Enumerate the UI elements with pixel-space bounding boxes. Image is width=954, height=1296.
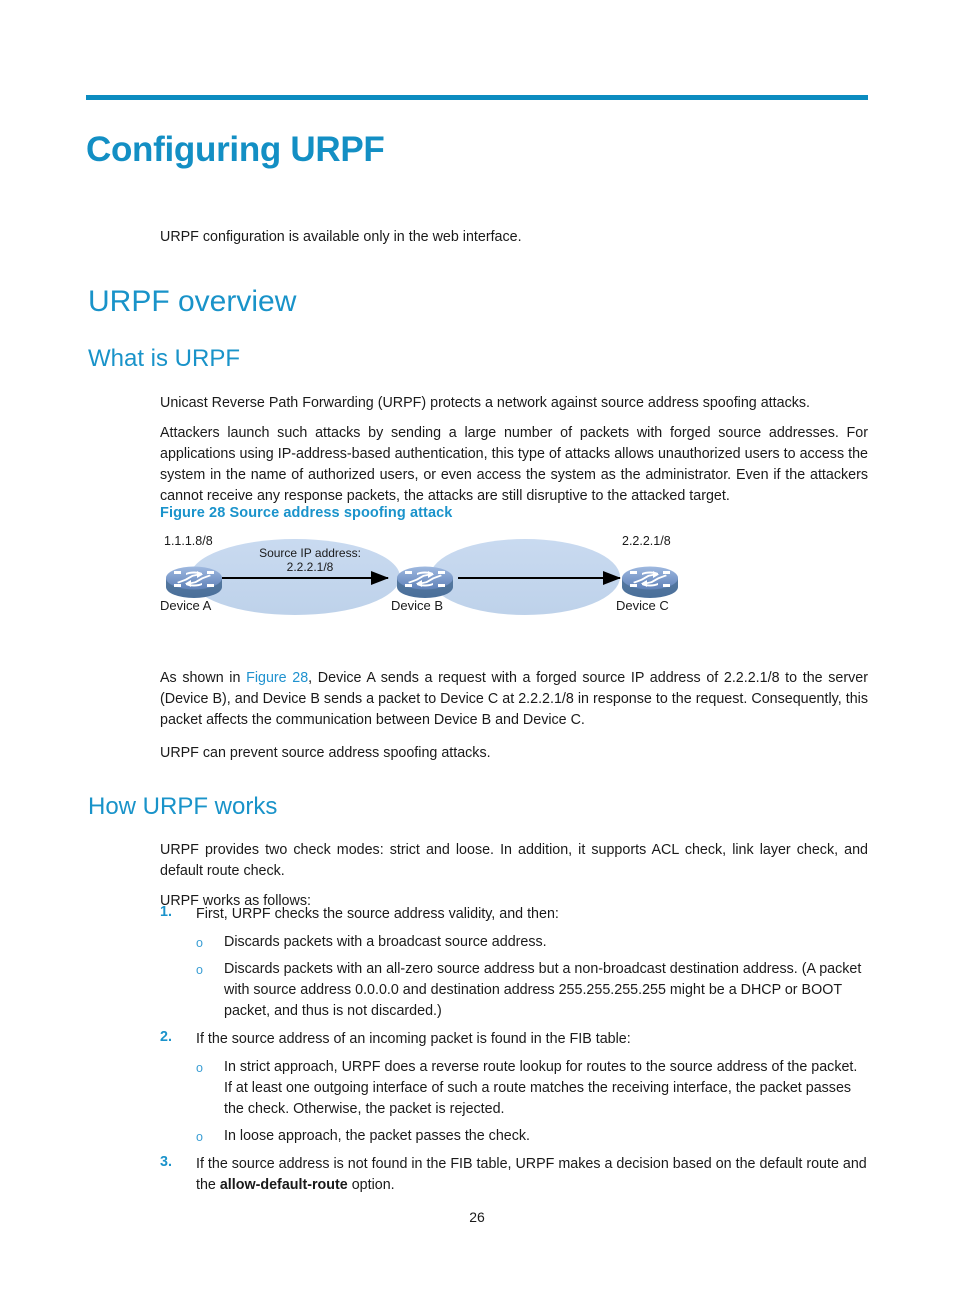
label-device-a-name: Device A — [160, 598, 212, 613]
label-link-source-ip: Source IP address: — [259, 546, 361, 560]
step-3-suffix: option. — [347, 1177, 395, 1193]
step-3-option-keyword: allow-default-route — [219, 1177, 348, 1193]
step-number-2: 2. — [160, 1029, 172, 1045]
paragraph-after-figure: As shown in Figure 28, Device A sends a … — [160, 668, 868, 731]
sub-list-item-2-1: o In strict approach, URPF does a revers… — [196, 1057, 868, 1120]
step-text-3: If the source address is not found in th… — [196, 1154, 868, 1196]
router-icon-device-b — [397, 566, 453, 598]
list-item-step-2: 2. If the source address of an incoming … — [160, 1029, 868, 1050]
figure-source-address-spoofing-attack: 1.1.1.8/8 Device A Source IP address: 2.… — [150, 530, 750, 625]
list-item-step-3: 3. If the source address is not found in… — [160, 1154, 868, 1196]
label-link-source-ip-value: 2.2.2.1/8 — [286, 560, 334, 574]
section-heading-how-urpf-works: How URPF works — [88, 793, 278, 820]
sub-item-text-2-1: In strict approach, URPF does a reverse … — [224, 1059, 858, 1117]
list-item-step-1: 1. First, URPF checks the source address… — [160, 904, 868, 925]
router-icon-device-c — [622, 566, 678, 598]
paragraph-check-modes: URPF provides two check modes: strict an… — [160, 842, 868, 880]
step-text-2: If the source address of an incoming pac… — [196, 1031, 631, 1047]
sub-list-item-1-2: o Discards packets with an all-zero sour… — [196, 959, 868, 1022]
document-page: Configuring URPF URPF configuration is a… — [0, 0, 954, 1296]
sub-list-item-2-2: o In loose approach, the packet passes t… — [196, 1126, 868, 1147]
step-number-1: 1. — [160, 904, 172, 920]
sub-item-text-2-2: In loose approach, the packet passes the… — [224, 1128, 530, 1144]
step-number-3: 3. — [160, 1154, 172, 1170]
page-number: 26 — [469, 1209, 485, 1225]
step-text-1: First, URPF checks the source address va… — [196, 906, 559, 922]
bullet-circle-icon: o — [196, 963, 203, 977]
after-figure-prefix: As shown in — [160, 670, 247, 687]
figure-28-link[interactable]: Figure 28 — [246, 670, 308, 686]
sub-item-text-1-1: Discards packets with a broadcast source… — [224, 934, 547, 950]
label-device-c-address: 2.2.2.1/8 — [622, 534, 671, 548]
paragraph-urpf-definition: Unicast Reverse Path Forwarding (URPF) p… — [160, 395, 810, 412]
paragraph-attackers: Attackers launch such attacks by sending… — [160, 425, 868, 505]
chapter-rule — [86, 95, 868, 100]
section-heading-urpf-overview: URPF overview — [88, 284, 297, 318]
intro-paragraph: URPF configuration is available only in … — [160, 229, 522, 246]
section-heading-what-is-urpf: What is URPF — [88, 345, 241, 372]
label-device-c-name: Device C — [616, 598, 669, 613]
bullet-circle-icon: o — [196, 936, 203, 950]
paragraph-urpf-prevents: URPF can prevent source address spoofing… — [160, 745, 491, 762]
figure-caption: Figure 28 Source address spoofing attack — [160, 505, 453, 521]
label-device-b-name: Device B — [391, 598, 444, 613]
label-device-a-address: 1.1.1.8/8 — [164, 534, 213, 548]
bullet-circle-icon: o — [196, 1130, 203, 1144]
bullet-circle-icon: o — [196, 1061, 203, 1075]
sub-list-item-1-1: o Discards packets with a broadcast sour… — [196, 932, 868, 953]
sub-item-text-1-2: Discards packets with an all-zero source… — [224, 961, 862, 1019]
page-title: Configuring URPF — [86, 130, 385, 170]
router-icon-device-a — [166, 566, 222, 598]
